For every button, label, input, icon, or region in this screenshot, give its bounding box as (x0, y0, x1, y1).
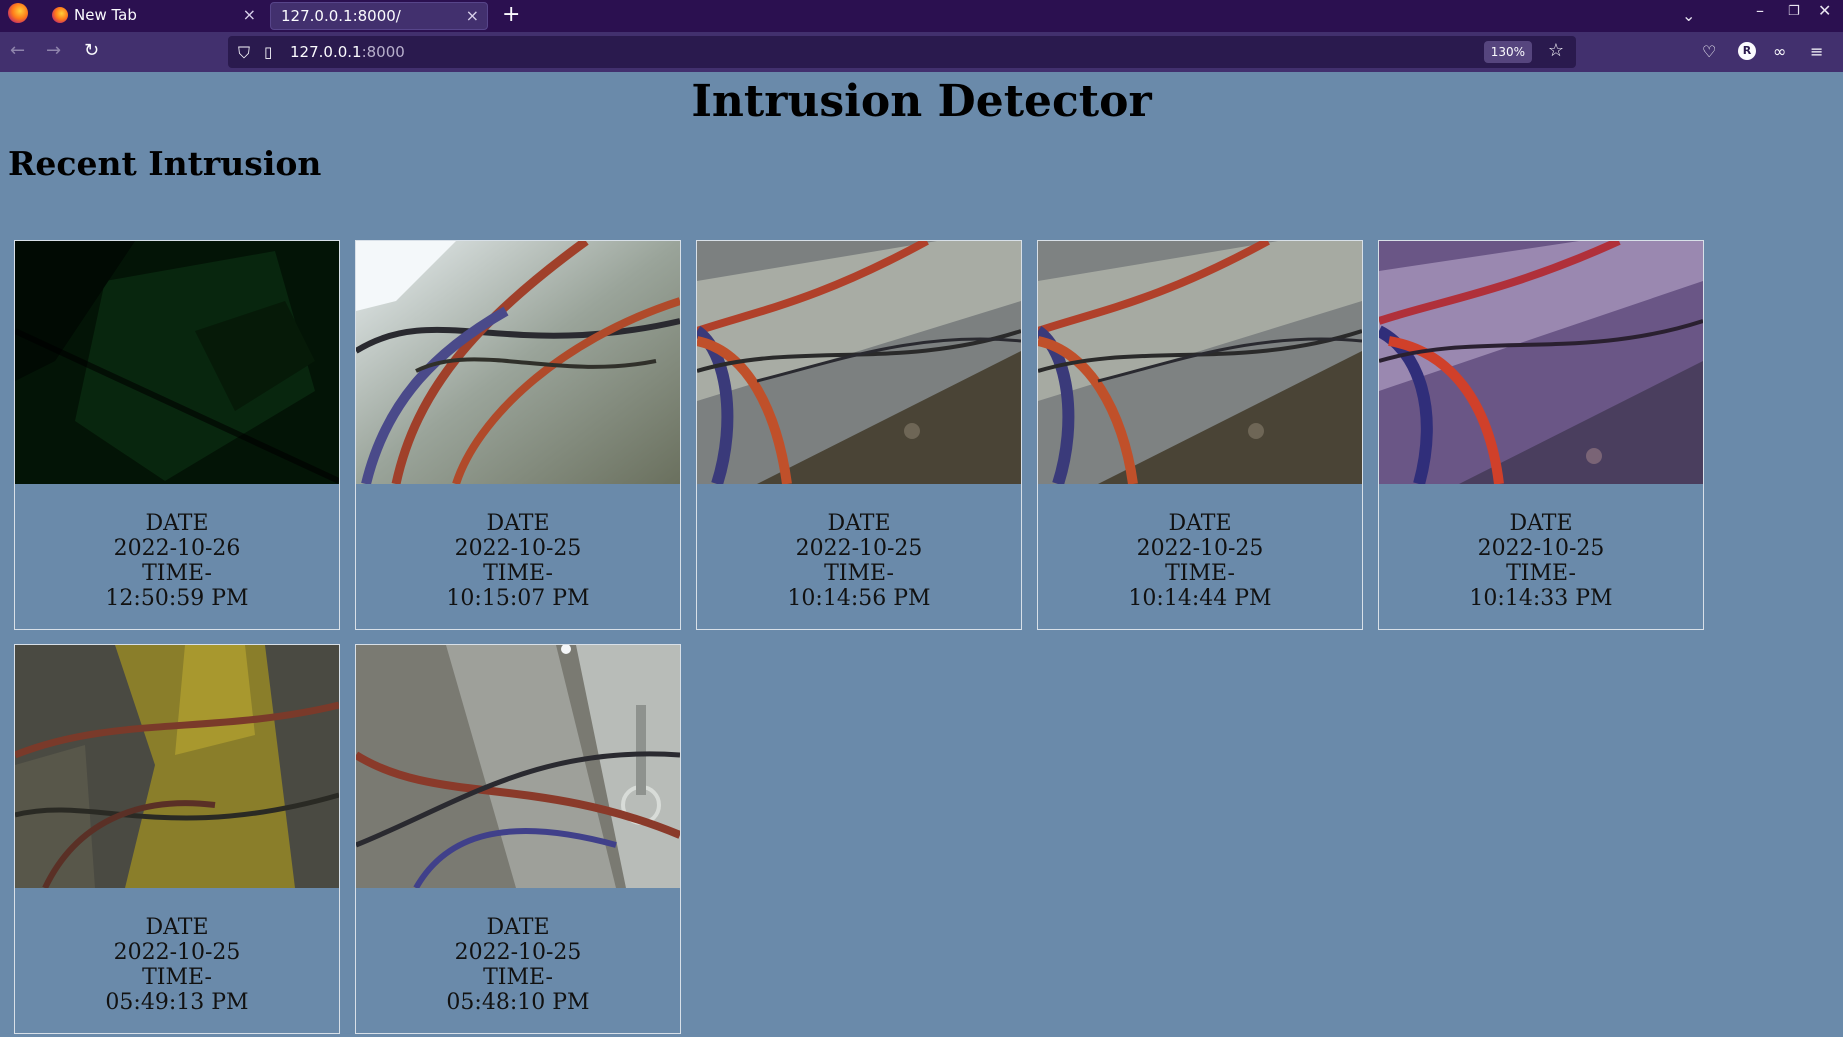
time-value: 12:50:59 PM (105, 586, 249, 611)
time-label: TIME- (1165, 561, 1235, 586)
date-label: DATE (1168, 511, 1232, 536)
intrusion-photo[interactable] (15, 241, 339, 484)
pocket-icon[interactable]: ♡ (1702, 41, 1716, 63)
time-value: 10:15:07 PM (446, 586, 590, 611)
intrusion-card: DATE 2022-10-25 TIME- 05:49:13 PM (14, 644, 340, 1034)
time-value: 10:14:44 PM (1128, 586, 1272, 611)
intrusion-photo[interactable] (1038, 241, 1362, 484)
forward-icon[interactable]: → (46, 40, 61, 62)
page-info-icon[interactable]: ▯ (264, 43, 272, 61)
tab-label: New Tab (74, 6, 137, 24)
time-label: TIME- (142, 965, 212, 990)
intrusion-card: DATE 2022-10-25 TIME- 05:48:10 PM (355, 644, 681, 1034)
intrusion-photo[interactable] (1379, 241, 1703, 484)
date-value: 2022-10-25 (1477, 536, 1605, 561)
intrusion-caption: DATE 2022-10-25 TIME- 10:15:07 PM (356, 511, 680, 611)
intrusion-card: DATE 2022-10-25 TIME- 10:15:07 PM (355, 240, 681, 630)
account-avatar[interactable]: R (1738, 42, 1756, 60)
close-tab-icon[interactable]: × (466, 3, 479, 29)
tab-localhost[interactable]: 127.0.0.1:8000/ × (270, 2, 488, 30)
date-value: 2022-10-25 (1136, 536, 1264, 561)
intrusion-photo[interactable] (15, 645, 339, 888)
date-label: DATE (1509, 511, 1573, 536)
time-label: TIME- (1506, 561, 1576, 586)
intrusion-photo[interactable] (356, 645, 680, 888)
tracking-protection-shield-icon[interactable]: ⛉ (238, 43, 250, 63)
url-text[interactable]: 127.0.0.1:8000 (290, 43, 405, 61)
window-close-icon[interactable]: ✕ (1818, 0, 1831, 22)
time-label: TIME- (483, 561, 553, 586)
tab-strip: New Tab × 127.0.0.1:8000/ × + ⌄ – ❐ ✕ (0, 0, 1843, 32)
firefox-favicon-icon (52, 7, 68, 23)
date-label: DATE (145, 915, 209, 940)
intrusion-caption: DATE 2022-10-26 TIME- 12:50:59 PM (15, 511, 339, 611)
intrusion-caption: DATE 2022-10-25 TIME- 10:14:33 PM (1379, 511, 1703, 611)
new-tab-button[interactable]: + (502, 0, 520, 30)
time-label: TIME- (824, 561, 894, 586)
date-value: 2022-10-25 (454, 940, 582, 965)
intrusion-photo[interactable] (356, 241, 680, 484)
intrusion-card: DATE 2022-10-25 TIME- 10:14:33 PM (1378, 240, 1704, 630)
restore-icon[interactable]: ❐ (1788, 1, 1800, 23)
app-menu-icon[interactable]: ≡ (1810, 41, 1823, 63)
url-port: :8000 (361, 43, 405, 61)
url-host: 127.0.0.1 (290, 43, 362, 61)
zoom-level-button[interactable]: 130% (1483, 41, 1532, 63)
intrusion-caption: DATE 2022-10-25 TIME- 05:48:10 PM (356, 915, 680, 1015)
intrusion-caption: DATE 2022-10-25 TIME- 05:49:13 PM (15, 915, 339, 1015)
time-label: TIME- (142, 561, 212, 586)
address-bar[interactable]: ⛉ ▯ 127.0.0.1:8000 130% ☆ (228, 36, 1576, 68)
intrusion-card: DATE 2022-10-26 TIME- 12:50:59 PM (14, 240, 340, 630)
date-label: DATE (486, 915, 550, 940)
bookmark-star-icon[interactable]: ☆ (1548, 40, 1564, 61)
section-title: Recent Intrusion (8, 144, 322, 183)
tab-label: 127.0.0.1:8000/ (281, 7, 401, 25)
time-value: 10:14:33 PM (1469, 586, 1613, 611)
time-value: 10:14:56 PM (787, 586, 931, 611)
date-label: DATE (486, 511, 550, 536)
list-all-tabs-icon[interactable]: ⌄ (1682, 5, 1695, 27)
intrusion-card: DATE 2022-10-25 TIME- 10:14:44 PM (1037, 240, 1363, 630)
back-icon[interactable]: ← (10, 40, 25, 62)
time-value: 05:49:13 PM (105, 990, 249, 1015)
date-value: 2022-10-25 (454, 536, 582, 561)
time-value: 05:48:10 PM (446, 990, 590, 1015)
page-title: Intrusion Detector (691, 76, 1152, 127)
date-label: DATE (145, 511, 209, 536)
intrusion-card: DATE 2022-10-25 TIME- 10:14:56 PM (696, 240, 1022, 630)
date-value: 2022-10-26 (113, 536, 241, 561)
navigation-toolbar: ← → ↻ ⛉ ▯ 127.0.0.1:8000 130% ☆ ♡ R ∞ ≡ (0, 32, 1843, 72)
date-value: 2022-10-25 (795, 536, 923, 561)
close-tab-icon[interactable]: × (243, 2, 256, 28)
tab-new-tab[interactable]: New Tab × (42, 2, 264, 30)
page-content: Intrusion Detector Recent Intrusion DATE… (0, 72, 1843, 1037)
reload-icon[interactable]: ↻ (84, 40, 99, 62)
intrusion-caption: DATE 2022-10-25 TIME- 10:14:44 PM (1038, 511, 1362, 611)
minimize-icon[interactable]: – (1756, 0, 1764, 22)
date-value: 2022-10-25 (113, 940, 241, 965)
extension-icon[interactable]: ∞ (1773, 41, 1786, 63)
time-label: TIME- (483, 965, 553, 990)
firefox-logo-icon[interactable] (8, 3, 28, 23)
intrusion-caption: DATE 2022-10-25 TIME- 10:14:56 PM (697, 511, 1021, 611)
date-label: DATE (827, 511, 891, 536)
intrusion-photo[interactable] (697, 241, 1021, 484)
